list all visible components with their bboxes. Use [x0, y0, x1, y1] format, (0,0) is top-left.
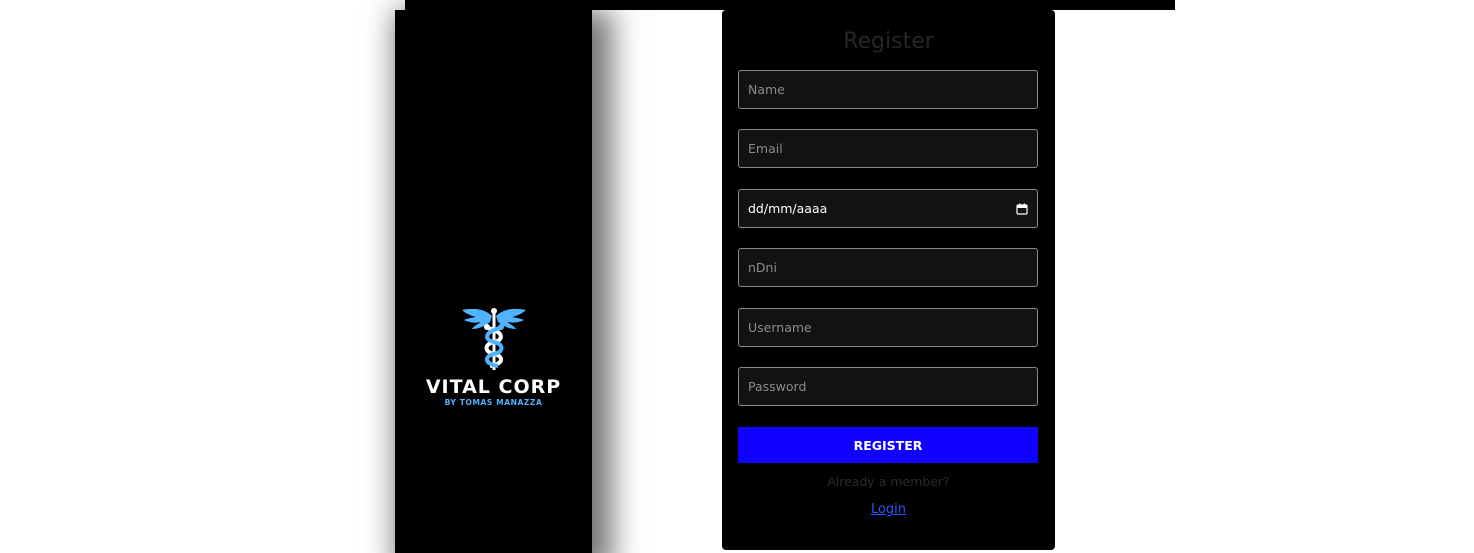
brand-tagline: BY TOMAS MANAZZA	[444, 398, 543, 407]
birthdate-value: dd/mm/aaaa	[748, 201, 828, 216]
dni-field[interactable]	[738, 248, 1038, 287]
name-field[interactable]	[738, 70, 1038, 109]
brand-panel: VITAL CORP BY TOMAS MANAZZA	[395, 10, 592, 553]
register-card: Register dd/mm/aaaa REGISTER Already a m…	[722, 10, 1055, 550]
top-bar	[405, 0, 1175, 10]
login-link-wrapper: Login	[722, 502, 1055, 517]
calendar-icon[interactable]	[1016, 203, 1028, 215]
page-title: Register	[843, 29, 934, 54]
username-field[interactable]	[738, 308, 1038, 347]
brand-logo: VITAL CORP BY TOMAS MANAZZA	[395, 306, 592, 408]
caduceus-icon	[461, 308, 526, 370]
brand-name: VITAL CORP	[425, 376, 562, 398]
member-prompt: Already a member?	[827, 474, 950, 489]
login-link[interactable]: Login	[871, 502, 906, 517]
email-field[interactable]	[738, 129, 1038, 168]
password-field[interactable]	[738, 367, 1038, 406]
birthdate-field[interactable]: dd/mm/aaaa	[738, 189, 1038, 228]
register-button[interactable]: REGISTER	[738, 427, 1038, 463]
